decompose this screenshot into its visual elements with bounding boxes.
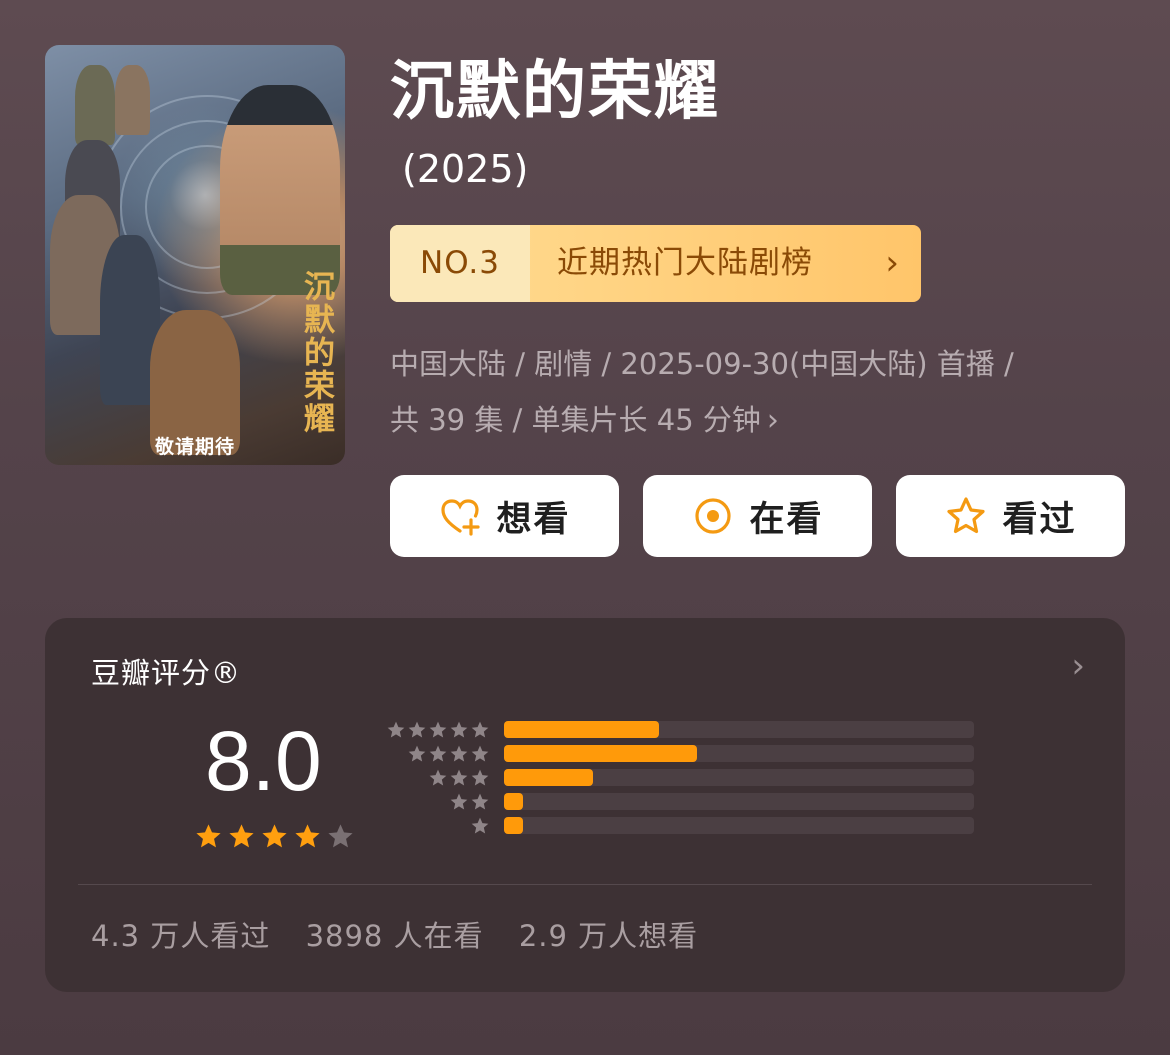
star-small-icon bbox=[408, 745, 426, 762]
distribution-bar bbox=[504, 769, 594, 786]
distribution-track bbox=[504, 817, 974, 834]
star-small-icon bbox=[471, 721, 489, 738]
poster-figure bbox=[115, 65, 150, 135]
chevron-right-icon[interactable]: › bbox=[1071, 646, 1085, 686]
rank-number: NO.3 bbox=[390, 225, 530, 302]
distribution-stars bbox=[385, 720, 490, 740]
star-empty-icon bbox=[328, 824, 353, 848]
star-small-icon bbox=[450, 721, 468, 738]
watching-count: 3898 人在看 bbox=[305, 919, 484, 953]
distribution-stars bbox=[385, 816, 490, 836]
want-to-watch-button[interactable]: 想看 bbox=[390, 475, 619, 557]
star-small-icon bbox=[450, 745, 468, 762]
divider bbox=[78, 884, 1092, 885]
star-small-icon bbox=[429, 769, 447, 786]
meta-line-2[interactable]: 共 39 集 / 单集片长 45 分钟 › bbox=[390, 400, 779, 441]
poster-figure bbox=[220, 85, 340, 295]
poster-tagline: 敬请期待 bbox=[154, 436, 235, 458]
watched-button[interactable]: 看过 bbox=[896, 475, 1125, 557]
star-outline-icon bbox=[947, 497, 986, 534]
meta-line-1: 中国大陆 / 剧情 / 2025-09-30(中国大陆) 首播 / bbox=[390, 347, 1014, 381]
distribution-track bbox=[504, 721, 974, 738]
distribution-track bbox=[504, 745, 974, 762]
distribution-stars bbox=[385, 744, 490, 764]
want-label: 想看 bbox=[496, 499, 571, 540]
star-filled-icon bbox=[262, 824, 287, 848]
distribution-track bbox=[504, 769, 974, 786]
distribution-track bbox=[504, 793, 974, 810]
watching-label: 在看 bbox=[749, 499, 824, 540]
star-filled-icon bbox=[295, 824, 320, 848]
want-count: 2.9 万人想看 bbox=[518, 919, 699, 953]
rank-list-name: 近期热门大陆剧榜 bbox=[557, 245, 813, 281]
watched-count: 4.3 万人看过 bbox=[91, 919, 271, 953]
rating-title: 豆瓣评分® bbox=[91, 656, 242, 690]
poster-figure bbox=[75, 65, 115, 145]
star-small-icon bbox=[471, 793, 489, 810]
poster-vertical-title: 沉默的荣耀 bbox=[298, 270, 334, 435]
star-small-icon bbox=[429, 745, 447, 762]
watched-label: 看过 bbox=[1002, 499, 1077, 540]
distribution-stars bbox=[385, 792, 490, 812]
distribution-stars bbox=[385, 768, 490, 788]
star-small-icon bbox=[471, 745, 489, 762]
release-year: (2025) bbox=[402, 147, 529, 191]
heart-plus-icon bbox=[441, 499, 481, 536]
star-small-icon bbox=[408, 721, 426, 738]
ranking-badge[interactable]: NO.3 近期热门大陆剧榜 › bbox=[390, 225, 921, 302]
meta-line-2-text: 共 39 集 / 单集片长 45 分钟 bbox=[390, 403, 761, 437]
page-title: 沉默的荣耀 bbox=[390, 55, 720, 129]
star-filled-icon bbox=[229, 824, 254, 848]
poster-image[interactable]: 沉默的荣耀 敬请期待 bbox=[45, 45, 345, 465]
star-small-icon bbox=[429, 721, 447, 738]
star-small-icon bbox=[450, 793, 468, 810]
star-small-icon bbox=[450, 769, 468, 786]
distribution-bar bbox=[504, 745, 697, 762]
watching-button[interactable]: 在看 bbox=[643, 475, 872, 557]
rating-stats: 4.3 万人看过 3898 人在看 2.9 万人想看 bbox=[91, 913, 724, 955]
distribution-bar bbox=[504, 721, 660, 738]
star-small-icon bbox=[387, 721, 405, 738]
rating-card[interactable]: 豆瓣评分® › 8.0 4.3 万人看过 3898 人在看 2.9 万人想看 bbox=[45, 618, 1125, 992]
distribution-bar bbox=[504, 817, 523, 834]
chevron-right-icon: › bbox=[766, 403, 779, 438]
chevron-right-icon: › bbox=[885, 243, 899, 283]
distribution-bar bbox=[504, 793, 523, 810]
star-filled-icon bbox=[196, 824, 221, 848]
star-small-icon bbox=[471, 817, 489, 834]
target-icon bbox=[695, 498, 732, 534]
rating-score: 8.0 bbox=[205, 714, 322, 808]
star-small-icon bbox=[471, 769, 489, 786]
score-stars bbox=[194, 822, 355, 851]
